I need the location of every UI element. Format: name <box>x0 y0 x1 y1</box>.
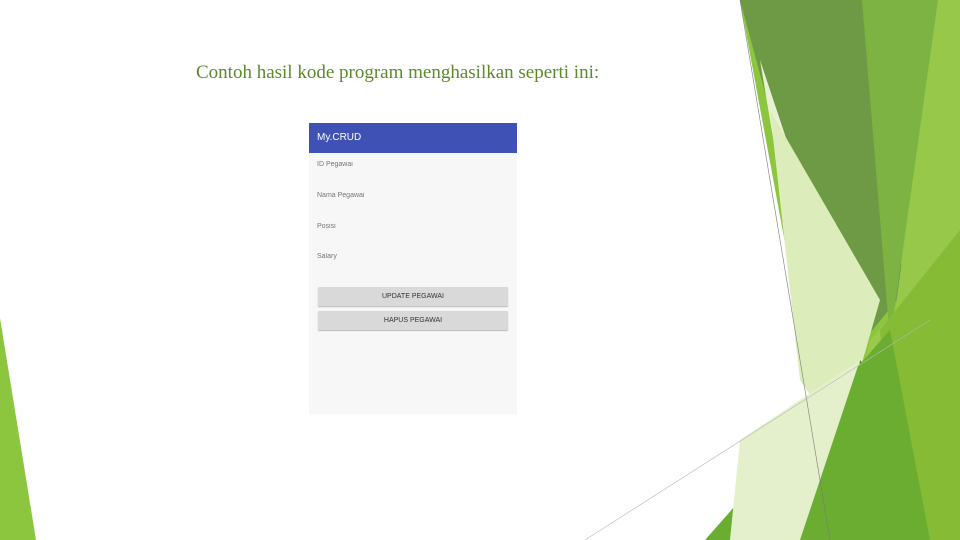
nama-pegawai-field[interactable] <box>317 188 507 204</box>
app-title: My.CRUD <box>317 132 362 143</box>
update-pegawai-button[interactable]: UPDATE PEGAWAI <box>318 287 508 306</box>
slide-title: Contoh hasil kode program menghasilkan s… <box>196 62 600 83</box>
posisi-field[interactable] <box>317 219 507 235</box>
app-bar: My.CRUD <box>309 123 517 153</box>
app-screenshot: My.CRUD UPDATE PEGAWAI HAPUS PEGAWAI <box>309 123 517 414</box>
hapus-pegawai-button[interactable]: HAPUS PEGAWAI <box>318 311 508 330</box>
id-pegawai-field[interactable] <box>317 157 507 173</box>
salary-field[interactable] <box>317 249 507 265</box>
